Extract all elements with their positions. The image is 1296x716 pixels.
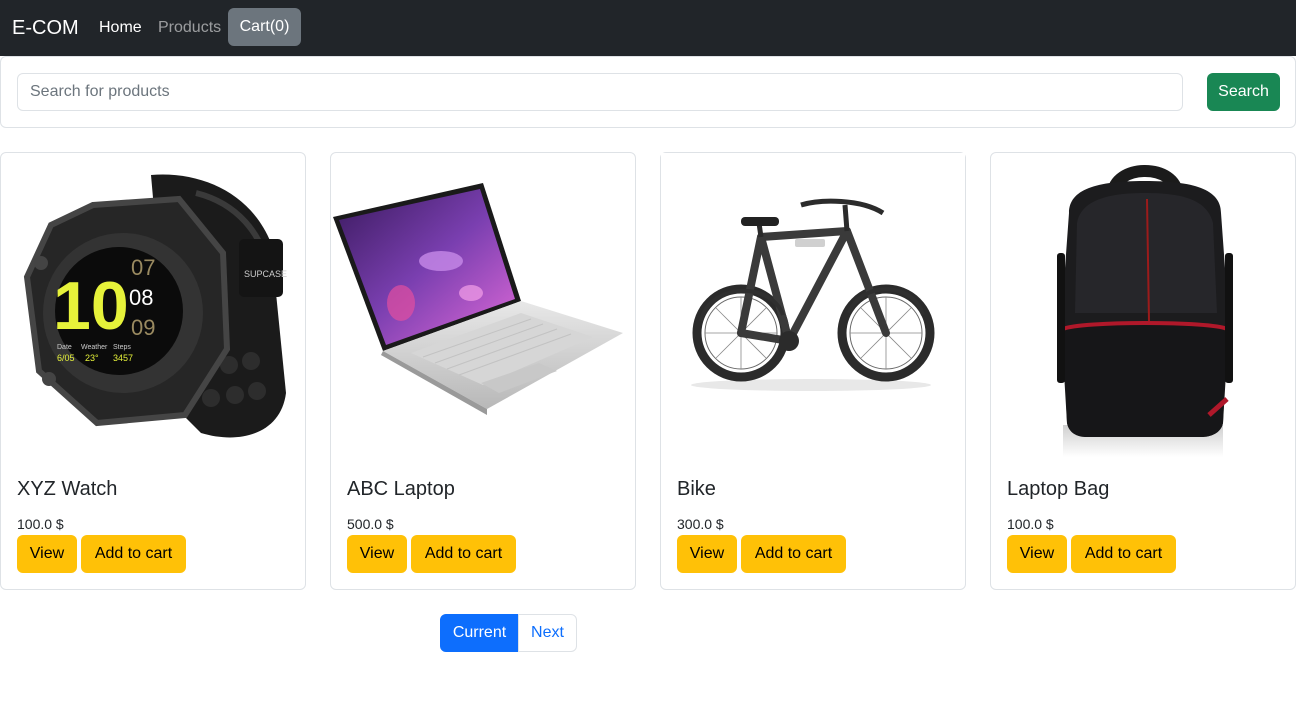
bicycle-icon	[661, 153, 965, 459]
svg-text:09: 09	[131, 315, 155, 340]
product-card: ABC Laptop 500.0 $ View Add to cart	[330, 152, 636, 590]
product-price: 100.0 $	[17, 516, 64, 532]
product-price: 300.0 $	[677, 516, 724, 532]
product-card: SUPCASE 10 07 08 09 Date Weather Steps 6…	[0, 152, 306, 590]
pagination: Current Next	[440, 614, 577, 652]
svg-text:Weather: Weather	[81, 344, 108, 351]
svg-text:6/05: 6/05	[57, 353, 75, 363]
add-to-cart-button[interactable]: Add to cart	[1071, 535, 1176, 573]
top-navbar: E-COM Home Products Cart(0)	[0, 0, 1296, 56]
add-to-cart-button[interactable]: Add to cart	[411, 535, 516, 573]
product-price: 500.0 $	[347, 516, 394, 532]
view-button[interactable]: View	[1007, 535, 1067, 573]
nav-products-link[interactable]: Products	[158, 18, 221, 38]
svg-text:07: 07	[131, 255, 155, 280]
product-card: Bike 300.0 $ View Add to cart	[660, 152, 966, 590]
svg-text:Steps: Steps	[113, 344, 131, 351]
product-card: Laptop Bag 100.0 $ View Add to cart	[990, 152, 1296, 590]
svg-text:Date: Date	[57, 344, 72, 351]
view-button[interactable]: View	[347, 535, 407, 573]
svg-text:23°: 23°	[85, 353, 99, 363]
nav-home-link[interactable]: Home	[99, 18, 142, 38]
cart-button[interactable]: Cart(0)	[228, 8, 301, 46]
product-name: XYZ Watch	[17, 478, 118, 500]
add-to-cart-button[interactable]: Add to cart	[741, 535, 846, 573]
svg-text:10: 10	[53, 268, 129, 344]
search-input[interactable]	[17, 73, 1183, 111]
svg-text:SUPCASE: SUPCASE	[244, 269, 287, 279]
product-name: Bike	[677, 478, 716, 500]
search-bar-card: Search	[0, 56, 1296, 128]
laptop-icon	[333, 183, 623, 415]
search-button[interactable]: Search	[1207, 73, 1280, 111]
smartwatch-icon: SUPCASE 10 07 08 09 Date Weather Steps 6…	[23, 174, 287, 438]
product-name: Laptop Bag	[1007, 478, 1110, 500]
pagination-current[interactable]: Current	[440, 614, 519, 652]
backpack-icon	[1057, 165, 1233, 457]
svg-text:3457: 3457	[113, 353, 133, 363]
view-button[interactable]: View	[17, 535, 77, 573]
add-to-cart-button[interactable]: Add to cart	[81, 535, 186, 573]
product-name: ABC Laptop	[347, 478, 455, 500]
pagination-next[interactable]: Next	[518, 614, 577, 652]
svg-text:08: 08	[129, 285, 153, 310]
product-price: 100.0 $	[1007, 516, 1054, 532]
view-button[interactable]: View	[677, 535, 737, 573]
brand-logo[interactable]: E-COM	[12, 16, 79, 40]
